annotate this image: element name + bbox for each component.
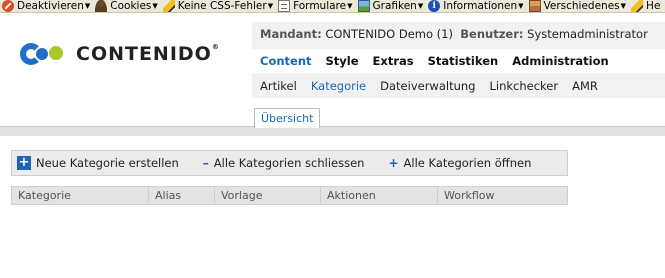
new-category-label: Neue Kategorie erstellen <box>36 156 179 170</box>
minus-icon: – <box>202 156 209 170</box>
logo-mark-icon <box>20 40 70 68</box>
pencil-icon <box>162 0 175 12</box>
header-panel: Mandant: CONTENIDO Demo (1) Benutzer: Sy… <box>252 22 665 98</box>
tab-uebersicht[interactable]: Übersicht <box>254 108 321 128</box>
new-category-button[interactable]: + Neue Kategorie erstellen <box>17 156 179 170</box>
info-icon: i <box>428 0 441 12</box>
pencil-icon <box>631 0 644 12</box>
subnav-linkchecker[interactable]: Linkchecker <box>489 79 558 93</box>
toolbar-item-label: Verschiedenes <box>543 0 620 12</box>
image-icon <box>357 0 370 12</box>
toolbar-css-menu[interactable]: Keine CSS-Fehler ▼ <box>161 0 276 12</box>
mainnav-style[interactable]: Style <box>326 54 359 68</box>
add-icon: + <box>17 155 31 170</box>
collapse-all-label: Alle Kategorien schliessen <box>213 156 365 170</box>
subnav-amr[interactable]: AMR <box>572 79 598 93</box>
column-header-kategorie[interactable]: Kategorie <box>12 187 149 204</box>
toolbar-forms-menu[interactable]: Formulare ▼ <box>276 0 355 12</box>
main-navigation: Content Style Extras Statistiken Adminis… <box>252 49 665 73</box>
toolbar-cookies-menu[interactable]: Cookies ▼ <box>93 0 161 12</box>
dropdown-arrow-icon: ▼ <box>518 2 524 10</box>
collapse-all-button[interactable]: – Alle Kategorien schliessen <box>203 156 365 170</box>
benutzer-label: Benutzer: <box>460 27 524 41</box>
expand-all-button[interactable]: + Alle Kategorien öffnen <box>388 156 531 170</box>
cookie-icon <box>95 0 108 12</box>
misc-icon <box>528 0 541 12</box>
toolbar-images-menu[interactable]: Grafiken ▼ <box>356 0 427 12</box>
toolbar-item-label: He <box>646 0 661 12</box>
web-developer-toolbar: Deaktivieren ▼ Cookies ▼ Keine CSS-Fehler ▼… <box>0 0 665 13</box>
column-header-workflow[interactable]: Workflow <box>438 187 567 204</box>
toolbar-item-label: Grafiken <box>372 0 417 12</box>
disable-icon <box>2 0 14 12</box>
tab-strip <box>0 126 665 136</box>
logo-text: CONTENIDO <box>76 43 212 65</box>
category-action-bar: + Neue Kategorie erstellen – Alle Katego… <box>11 150 568 176</box>
subnav-artikel[interactable]: Artikel <box>260 79 297 93</box>
subnav-kategorie[interactable]: Kategorie <box>311 79 366 93</box>
dropdown-arrow-icon: ▼ <box>84 2 91 10</box>
toolbar-item-label: Formulare <box>293 0 347 12</box>
subnav-dateiverwaltung[interactable]: Dateiverwaltung <box>380 79 475 93</box>
dropdown-arrow-icon: ▼ <box>152 2 158 10</box>
form-icon <box>278 0 291 12</box>
toolbar-item-label: Deaktivieren <box>17 0 84 12</box>
sub-navigation: Artikel Kategorie Dateiverwaltung Linkch… <box>252 73 665 98</box>
benutzer-value: Systemadministrator <box>527 27 648 41</box>
column-header-vorlage[interactable]: Vorlage <box>215 187 321 204</box>
toolbar-item-label: Informationen <box>443 0 518 12</box>
category-table-header: Kategorie Alias Vorlage Aktionen Workflo… <box>11 186 568 205</box>
contenido-logo[interactable]: CONTENIDO ® <box>20 40 220 68</box>
toolbar-more-menu[interactable]: He <box>629 0 663 12</box>
mainnav-statistiken[interactable]: Statistiken <box>428 54 499 68</box>
mandant-value: CONTENIDO Demo (1) <box>325 27 453 41</box>
mainnav-extras[interactable]: Extras <box>373 54 414 68</box>
session-info: Mandant: CONTENIDO Demo (1) Benutzer: Sy… <box>260 27 648 41</box>
plus-icon: + <box>388 156 399 170</box>
expand-all-label: Alle Kategorien öffnen <box>403 156 532 170</box>
mainnav-content[interactable]: Content <box>260 54 312 68</box>
dropdown-arrow-icon: ▼ <box>620 2 627 10</box>
dropdown-arrow-icon: ▼ <box>267 2 274 10</box>
column-header-aktionen[interactable]: Aktionen <box>321 187 438 204</box>
mandant-label: Mandant: <box>260 27 322 41</box>
registered-mark: ® <box>211 43 220 51</box>
toolbar-misc-menu[interactable]: Verschiedenes ▼ <box>527 0 630 12</box>
toolbar-info-menu[interactable]: i Informationen ▼ <box>426 0 526 12</box>
column-header-alias[interactable]: Alias <box>149 187 215 204</box>
dropdown-arrow-icon: ▼ <box>347 2 353 10</box>
mainnav-administration[interactable]: Administration <box>512 54 609 68</box>
dropdown-arrow-icon: ▼ <box>417 2 424 10</box>
toolbar-disable-menu[interactable]: Deaktivieren ▼ <box>0 0 93 12</box>
toolbar-item-label: Cookies <box>110 0 152 12</box>
toolbar-item-label: Keine CSS-Fehler <box>177 0 267 12</box>
